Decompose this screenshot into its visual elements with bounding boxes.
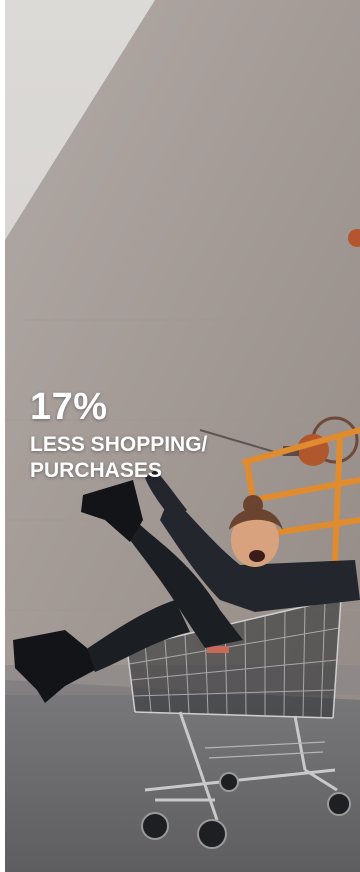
screen: 17% LESS SHOPPING/ PURCHASES <box>0 0 360 872</box>
stat-label: LESS SHOPPING/ PURCHASES <box>30 433 208 482</box>
stat-callout: 17% LESS SHOPPING/ PURCHASES <box>30 386 330 484</box>
stat-value: 17% <box>30 386 108 428</box>
